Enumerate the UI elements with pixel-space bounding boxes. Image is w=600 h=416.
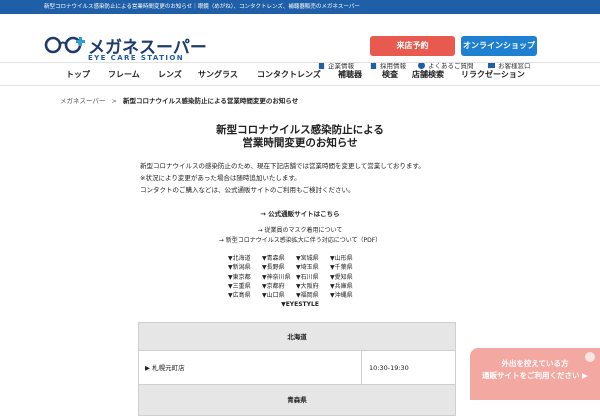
nav-item-frame[interactable]: フレーム <box>108 63 140 86</box>
logo-subtitle: EYE CARE STATION <box>88 54 184 62</box>
page-title: 新型コロナウイルス感染防止による 営業時間変更のお知らせ <box>0 124 600 150</box>
store-hours-table: 北海道 ▶ 札幌元町店 10:30-19:30 青森県 <box>138 322 456 416</box>
prefecture-link[interactable]: ▼新潟県 <box>228 263 262 272</box>
page-title-line1: 新型コロナウイルス感染防止による <box>216 124 384 136</box>
glasses-logo-icon <box>44 36 85 54</box>
prefecture-row: ▼三重県 ▼京都府 ▼大阪府 ▼兵庫県 <box>228 282 364 291</box>
prefecture-link[interactable]: ▼青森県 <box>262 254 296 263</box>
nav-item-top[interactable]: トップ <box>66 63 90 86</box>
site-header: メガネスーパー EYE CARE STATION 来店予約 オンラインショップ … <box>0 14 600 70</box>
article-body: 新型コロナウイルスの感染防止のため、現在下記店舗では営業時間を変更して営業してお… <box>140 160 425 196</box>
nav-item-relaxation[interactable]: リラクゼーション <box>461 63 525 86</box>
cell-divider <box>361 351 362 385</box>
prefecture-row: ▼広島県 ▼山口県 ▼福岡県 ▼沖縄県 <box>228 291 364 300</box>
online-shop-banner[interactable]: 外出を控えている方 通販サイトをご利用ください ▶ <box>470 348 600 400</box>
prefecture-link[interactable]: ▼埼玉県 <box>296 263 330 272</box>
announcement-text: 新型コロナウイルス感染防止による営業時間変更のお知らせ｜眼鏡（めがね）、コンタク… <box>44 4 360 10</box>
breadcrumb-home[interactable]: メガネスーパー <box>60 97 105 105</box>
prefecture-link[interactable]: ▼長野県 <box>262 263 296 272</box>
prefecture-index: ▼北海道 ▼青森県 ▼宮城県 ▼山形県 ▼新潟県 ▼長野県 ▼埼玉県 ▼千葉県 … <box>228 254 364 300</box>
prefecture-link[interactable]: ▼石川県 <box>296 273 330 282</box>
prefecture-link[interactable]: ▼広島県 <box>228 291 262 300</box>
prefecture-link[interactable]: ▼大阪府 <box>296 282 330 291</box>
prefecture-link[interactable]: ▼兵庫県 <box>330 282 364 291</box>
nav-item-lens[interactable]: レンズ <box>158 63 182 86</box>
prefecture-link[interactable]: ▼神奈川県 <box>262 273 296 282</box>
related-links: → 従業員のマスク着用について → 新型コロナウイルス感染拡大に伴う対応について… <box>0 226 600 246</box>
prefecture-link[interactable]: ▼三重県 <box>228 282 262 291</box>
close-icon[interactable] <box>585 352 595 362</box>
prefecture-link[interactable]: ▼東京都 <box>228 273 262 282</box>
breadcrumb: メガネスーパー > 新型コロナウイルス感染防止による営業時間変更のお知らせ <box>60 95 298 105</box>
breadcrumb-separator: > <box>111 97 117 105</box>
prefecture-link[interactable]: ▼山形県 <box>330 254 364 263</box>
prefecture-link[interactable]: ▼京都府 <box>262 282 296 291</box>
prefecture-link[interactable]: ▼千葉県 <box>330 263 364 272</box>
breadcrumb-current: 新型コロナウイルス感染防止による営業時間変更のお知らせ <box>123 97 299 105</box>
prefecture-link[interactable]: ▼愛知県 <box>330 273 364 282</box>
nav-item-store-search[interactable]: 店舗検索 <box>412 63 444 86</box>
official-shop-link[interactable]: → 公式通販サイトはこちら <box>0 208 600 218</box>
main-nav: トップ フレーム レンズ サングラス コンタクトレンズ 補聴器 検査 店舗検索 … <box>0 62 600 86</box>
nav-item-hearing-aid[interactable]: 補聴器 <box>338 63 362 86</box>
table-region-header: 北海道 <box>139 323 455 351</box>
site-logo[interactable]: メガネスーパー EYE CARE STATION <box>44 36 224 62</box>
banner-line1: 外出を控えている方 <box>501 359 569 368</box>
prefecture-link[interactable]: ▼宮城県 <box>296 254 330 263</box>
prefecture-link[interactable]: ▼山口県 <box>262 291 296 300</box>
prefecture-link[interactable]: ▼北海道 <box>228 254 262 263</box>
mask-policy-link[interactable]: → 従業員のマスク着用について <box>0 226 600 236</box>
store-reservation-button[interactable]: 来店予約 <box>370 36 455 56</box>
page-title-line2: 営業時間変更のお知らせ <box>242 137 358 149</box>
store-name-link[interactable]: ▶ 札幌元町店 <box>145 351 185 385</box>
nav-item-contact-lens[interactable]: コンタクトレンズ <box>257 63 321 86</box>
store-hours: 10:30-19:30 <box>369 364 409 372</box>
prefecture-row: ▼北海道 ▼青森県 ▼宮城県 ▼山形県 <box>228 254 364 263</box>
announcement-bar: 新型コロナウイルス感染防止による営業時間変更のお知らせ｜眼鏡（めがね）、コンタク… <box>0 0 600 14</box>
nav-item-eye-exam[interactable]: 検査 <box>382 63 398 86</box>
prefecture-link[interactable]: ▼沖縄県 <box>330 291 364 300</box>
prefecture-link[interactable]: ▼福岡県 <box>296 291 330 300</box>
article-paragraph: 新型コロナウイルスの感染防止のため、現在下記店舗では営業時間を変更して営業してお… <box>140 162 425 170</box>
banner-line2: 通販サイトをご利用ください ▶ <box>482 371 588 380</box>
prefecture-row: ▼新潟県 ▼長野県 ▼埼玉県 ▼千葉県 <box>228 263 364 272</box>
table-row: ▶ 札幌元町店 10:30-19:30 <box>139 351 455 385</box>
covid-response-pdf-link[interactable]: → 新型コロナウイルス感染拡大に伴う対応について（PDF） <box>0 236 600 246</box>
prefecture-row: ▼東京都 ▼神奈川県 ▼石川県 ▼愛知県 <box>228 273 364 282</box>
eyestyle-link[interactable]: ▼EYESTYLE <box>0 301 600 308</box>
article: 新型コロナウイルス感染防止による 営業時間変更のお知らせ 新型コロナウイルスの感… <box>0 115 600 308</box>
table-region-header: 青森県 <box>139 385 455 415</box>
nav-item-sunglasses[interactable]: サングラス <box>198 63 238 86</box>
article-paragraph: ※状況により変更があった場合は随時追加いたします。 <box>140 174 301 182</box>
online-shop-button[interactable]: オンラインショップ <box>461 36 537 56</box>
article-paragraph: コンタクトのご購入などは、公式通販サイトのご利用もご検討ください。 <box>140 186 355 194</box>
